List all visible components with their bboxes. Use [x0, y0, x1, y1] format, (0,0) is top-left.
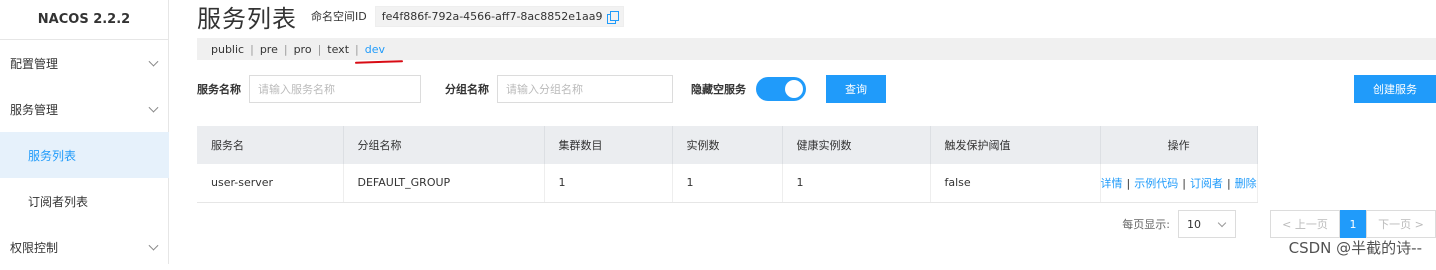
- subscribers-link[interactable]: 订阅者: [1190, 177, 1223, 190]
- sidebar-item-label: 服务列表: [28, 148, 77, 163]
- column-header: 实例数: [672, 126, 783, 164]
- column-header: 触发保护阈值: [930, 126, 1101, 164]
- sidebar-item-config-management[interactable]: 配置管理: [0, 40, 169, 86]
- namespace-tab-pro[interactable]: pro: [294, 43, 312, 56]
- chevron-down-icon: [1217, 218, 1227, 228]
- sidebar-item-subscriber-list[interactable]: 订阅者列表: [0, 178, 169, 224]
- toggle-knob: [785, 80, 803, 98]
- sidebar-item-label: 服务管理: [10, 102, 59, 117]
- page-size-value: 10: [1187, 217, 1201, 231]
- chevron-down-icon: [148, 240, 159, 251]
- hide-empty-toggle[interactable]: [756, 77, 806, 101]
- copy-icon[interactable]: [607, 10, 620, 24]
- create-service-button[interactable]: 创建服务: [1354, 75, 1436, 103]
- service-name-input[interactable]: [249, 75, 421, 103]
- cell-protect-threshold: false: [930, 164, 1101, 203]
- chevron-down-icon: [148, 56, 159, 67]
- sample-code-link[interactable]: 示例代码: [1134, 177, 1178, 190]
- cell-healthy-instances: 1: [782, 164, 931, 203]
- sidebar-item-service-management[interactable]: 服务管理: [0, 86, 169, 132]
- page-title: 服务列表: [197, 4, 297, 33]
- prev-page-button[interactable]: < 上一页: [1270, 210, 1340, 238]
- delete-link[interactable]: 删除: [1235, 177, 1257, 190]
- namespace-separator: |: [250, 42, 254, 56]
- service-name-label: 服务名称: [197, 83, 241, 96]
- sidebar-item-label: 订阅者列表: [28, 194, 89, 209]
- namespace-separator: |: [283, 42, 288, 56]
- group-name-input[interactable]: [497, 75, 673, 103]
- column-header: 服务名: [197, 126, 344, 164]
- namespace-separator: |: [355, 42, 359, 56]
- cell-clusters: 1: [544, 164, 673, 203]
- namespace-label: 命名空间ID: [311, 10, 367, 23]
- pagination: 每页显示: 10 < 上一页 1 下一页 >: [1122, 210, 1436, 238]
- sidebar-item-service-list[interactable]: 服务列表: [0, 132, 169, 178]
- column-header: 操作: [1100, 126, 1258, 164]
- sidebar: NACOS 2.2.2 配置管理 服务管理 服务列表 订阅者列表 权限控制: [0, 0, 169, 264]
- namespace-separator: |: [317, 42, 322, 56]
- sidebar-item-label: 权限控制: [10, 240, 59, 255]
- column-header: 集群数目: [544, 126, 673, 164]
- column-header: 分组名称: [343, 126, 545, 164]
- red-underline-annotation: [354, 60, 404, 64]
- sidebar-item-permission-control[interactable]: 权限控制: [0, 224, 169, 270]
- chevron-down-icon: [148, 102, 159, 113]
- sidebar-item-label: 配置管理: [10, 56, 59, 71]
- namespace-tab-pre[interactable]: pre: [260, 43, 278, 56]
- namespace-tab-dev[interactable]: dev: [365, 43, 385, 56]
- group-name-label: 分组名称: [445, 83, 489, 96]
- service-table: 服务名 分组名称 集群数目 实例数 健康实例数 触发保护阈值 操作 user-s…: [197, 126, 1258, 203]
- cell-service-name: user-server: [197, 164, 344, 203]
- hide-empty-label: 隐藏空服务: [691, 83, 746, 96]
- watermark: CSDN @半截的诗--: [1288, 239, 1422, 257]
- table-header-row: 服务名 分组名称 集群数目 实例数 健康实例数 触发保护阈值 操作: [197, 126, 1258, 164]
- query-button[interactable]: 查询: [826, 75, 886, 103]
- main-content: 服务列表 命名空间ID fe4f886f-792a-4566-aff7-8ac8…: [169, 0, 1436, 264]
- page-size-label: 每页显示:: [1122, 218, 1170, 231]
- namespace-bar: public | pre | pro | text | dev: [197, 38, 1436, 60]
- table-row: user-server DEFAULT_GROUP 1 1 1 false 详情…: [197, 164, 1258, 203]
- details-link[interactable]: 详情: [1101, 177, 1123, 190]
- column-header: 健康实例数: [782, 126, 931, 164]
- namespace-id-box: fe4f886f-792a-4566-aff7-8ac8852e1aa9: [374, 5, 625, 27]
- cell-operations: 详情 | 示例代码 | 订阅者 | 删除: [1100, 164, 1258, 203]
- cell-group-name: DEFAULT_GROUP: [343, 164, 545, 203]
- page-number-button[interactable]: 1: [1340, 210, 1366, 238]
- title-bar: 服务列表 命名空间ID fe4f886f-792a-4566-aff7-8ac8…: [197, 0, 625, 33]
- namespace-id: fe4f886f-792a-4566-aff7-8ac8852e1aa9: [381, 9, 603, 23]
- brand-logo: NACOS 2.2.2: [0, 0, 168, 40]
- cell-instances: 1: [672, 164, 783, 203]
- filter-bar: 服务名称 分组名称 隐藏空服务 查询 创建服务: [197, 74, 1436, 104]
- namespace-tab-text[interactable]: text: [327, 43, 349, 56]
- next-page-button[interactable]: 下一页 >: [1366, 210, 1436, 238]
- page-size-select[interactable]: 10: [1178, 210, 1236, 238]
- namespace-tab-public[interactable]: public: [211, 43, 244, 56]
